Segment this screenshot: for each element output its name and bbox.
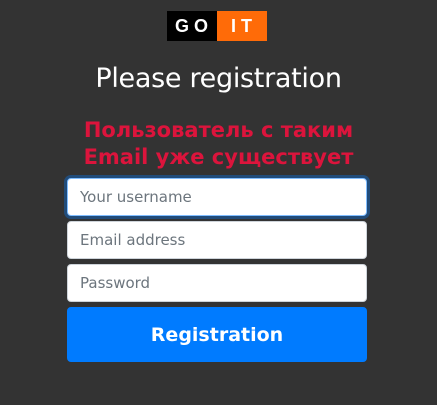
page-title: Please registration — [95, 63, 342, 94]
password-input[interactable] — [67, 264, 367, 302]
logo-it-block: IT — [217, 11, 267, 41]
logo-go-text: GO — [174, 15, 213, 36]
error-message-line-2: Email уже существует — [83, 145, 354, 169]
email-input[interactable] — [67, 221, 367, 259]
error-message-line-1: Пользователь с таким — [83, 118, 354, 142]
registration-button[interactable]: Registration — [67, 307, 367, 362]
logo-it-text: IT — [231, 15, 257, 36]
goit-logo: GO IT — [167, 11, 267, 41]
username-input[interactable] — [67, 178, 367, 216]
logo-go-block: GO — [167, 11, 217, 41]
error-message: Пользователь с таким Email уже существуе… — [0, 117, 437, 171]
